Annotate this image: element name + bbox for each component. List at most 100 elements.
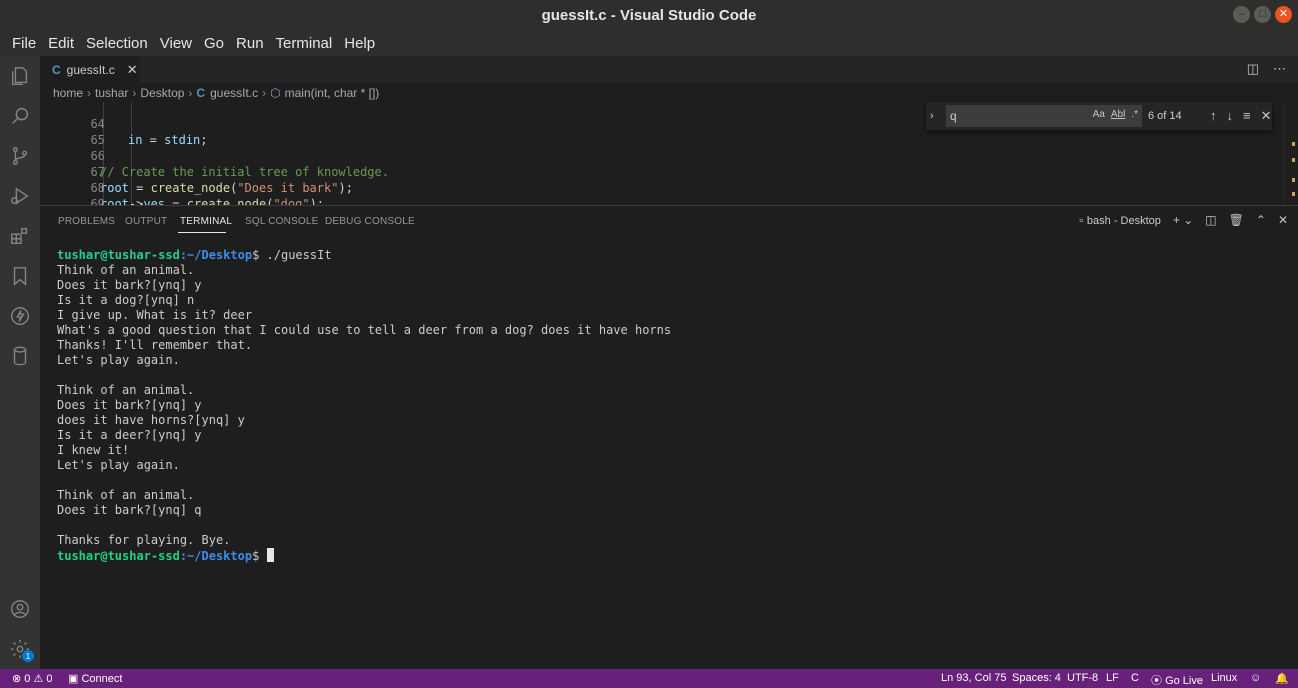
connect-label: Connect (81, 673, 123, 685)
terminal-line: Let's play again. (57, 353, 180, 367)
cursor-position[interactable]: Ln 93, Col 75 (941, 672, 1006, 684)
terminal-line: Let's play again. (57, 458, 180, 472)
code-line: 69 root->no = create_node("cat"); (40, 180, 1280, 205)
previous-match-icon[interactable]: ↑ (1210, 108, 1217, 124)
menu-edit[interactable]: Edit (42, 35, 80, 52)
breadcrumb-home[interactable]: home (53, 86, 83, 100)
close-find-icon[interactable]: ✕ (1261, 108, 1272, 124)
find-widget: › q Aa Abl .* 6 of 14 ↑ ↓ ≡ ✕ (926, 102, 1272, 130)
panel-actions: ▫ bash - Desktop + ⌄ ◫ 🗑 ⌃ ✕ (1079, 213, 1288, 227)
menu-file[interactable]: File (6, 35, 42, 52)
prompt-path: :~/Desktop (179, 549, 253, 563)
indentation-status[interactable]: Spaces: 4 (1012, 672, 1061, 684)
search-match-marker (1292, 142, 1295, 146)
terminal-command: ./guessIt (259, 248, 332, 262)
more-actions-icon[interactable]: ⋯ (1273, 61, 1286, 77)
next-match-icon[interactable]: ↓ (1227, 108, 1234, 124)
terminal-line: Thanks! I'll remember that. (57, 338, 253, 352)
tab-problems[interactable]: PROBLEMS (58, 216, 115, 227)
extensions-icon[interactable] (8, 224, 32, 248)
menu-selection[interactable]: Selection (80, 35, 154, 52)
tab-guessit[interactable]: C guessIt.c ✕ (40, 56, 140, 83)
encoding-status[interactable]: UTF-8 (1067, 672, 1098, 684)
minimize-button[interactable]: – (1233, 6, 1250, 23)
editor-scrollbar[interactable] (1284, 102, 1298, 205)
tab-debug-console[interactable]: DEBUG CONSOLE (325, 216, 415, 227)
code-line: 68 root->yes = create_node("dog"); (40, 164, 1280, 205)
chevron-right-icon: › (262, 85, 267, 100)
account-icon[interactable] (8, 597, 32, 621)
menu-terminal[interactable]: Terminal (270, 35, 339, 52)
close-window-button[interactable]: ✕ (1275, 6, 1292, 23)
tab-close-icon[interactable]: ✕ (127, 62, 138, 78)
find-in-selection-icon[interactable]: ≡ (1243, 108, 1251, 124)
window-controls: – □ ✕ (1233, 6, 1292, 23)
settings-update-badge: 1 (22, 650, 34, 662)
menu-view[interactable]: View (154, 35, 198, 52)
find-match-count: 6 of 14 (1148, 110, 1182, 122)
language-mode[interactable]: C (1131, 672, 1139, 684)
prompt-end: $ (252, 549, 260, 563)
bookmark-icon[interactable] (8, 264, 32, 288)
breadcrumb-desktop[interactable]: Desktop (140, 86, 184, 100)
menu-run[interactable]: Run (230, 35, 270, 52)
title-bar: guessIt.c - Visual Studio Code – □ ✕ (0, 0, 1298, 30)
feedback-icon[interactable]: ☺ (1250, 672, 1261, 684)
breadcrumb-symbol[interactable]: main(int, char * []) (285, 86, 380, 100)
connect-status[interactable]: ▣ Connect (68, 672, 122, 685)
regex-icon[interactable]: .* (1131, 109, 1138, 120)
split-terminal-icon[interactable]: ◫ (1205, 213, 1216, 227)
code-line: 67 root = create_node("Does it bark"); (40, 148, 1280, 195)
broadcast-icon: ⦿ (1151, 675, 1162, 687)
os-status[interactable]: Linux (1211, 672, 1237, 684)
live-share-icon[interactable] (8, 304, 32, 328)
maximize-button[interactable]: □ (1254, 6, 1271, 23)
maximize-panel-icon[interactable]: ⌃ (1256, 213, 1266, 227)
menu-go[interactable]: Go (198, 35, 230, 52)
activity-bar (0, 56, 40, 669)
database-icon[interactable] (8, 344, 32, 368)
problems-status[interactable]: ⊗ 0 ⚠ 0 (12, 672, 53, 685)
search-match-marker (1292, 178, 1295, 182)
search-icon[interactable] (8, 104, 32, 128)
kill-terminal-icon[interactable]: 🗑 (1229, 213, 1244, 227)
tab-label: guessIt.c (66, 62, 115, 77)
go-live-button[interactable]: ⦿ Go Live (1151, 672, 1203, 688)
close-panel-icon[interactable]: ✕ (1278, 213, 1288, 227)
tab-output[interactable]: OUTPUT (125, 216, 167, 227)
explorer-icon[interactable] (8, 64, 32, 88)
new-terminal-icon[interactable]: + ⌄ (1173, 213, 1193, 227)
tab-terminal[interactable]: TERMINAL (180, 216, 232, 227)
terminal-line: Is it a deer?[ynq] y (57, 428, 202, 442)
terminal-output[interactable]: tushar@tushar-ssd:~/Desktop$ ./guessIt T… (40, 237, 1298, 669)
notifications-bell-icon[interactable]: 🔔 (1275, 672, 1289, 685)
source-control-icon[interactable] (8, 144, 32, 168)
code-line: 70 (40, 196, 1280, 205)
breadcrumb-user[interactable]: tushar (95, 86, 128, 100)
code-line: 66 // Create the initial tree of knowled… (40, 132, 1280, 179)
eol-status[interactable]: LF (1106, 672, 1119, 684)
terminal-line: I give up. What is it? deer (57, 308, 253, 322)
split-editor-icon[interactable]: ◫ (1247, 61, 1259, 77)
terminal-line: I knew it! (57, 443, 130, 457)
find-input-value: q (950, 109, 957, 123)
panel-header: PROBLEMS OUTPUT TERMINAL SQL CONSOLE DEB… (40, 205, 1298, 237)
chevron-right-icon: › (188, 85, 193, 100)
menu-bar: File Edit Selection View Go Run Terminal… (0, 30, 1298, 56)
terminal-line: Is it a dog?[ynq] n (57, 293, 195, 307)
terminal-line: tushar@tushar-ssd:~/Desktop$ ./guessIt (57, 248, 332, 263)
terminal-line: Think of an animal. (57, 383, 195, 397)
run-debug-icon[interactable] (8, 184, 32, 208)
terminal-line: Think of an animal. (57, 263, 195, 277)
find-input[interactable]: q Aa Abl .* (946, 105, 1142, 127)
c-file-icon: C (196, 85, 206, 100)
toggle-replace-icon[interactable]: › (930, 110, 942, 122)
whole-word-icon[interactable]: Abl (1111, 109, 1125, 120)
terminal-shell-selector[interactable]: ▫ bash - Desktop (1079, 213, 1161, 227)
menu-help[interactable]: Help (338, 35, 381, 52)
warning-count: 0 (46, 673, 53, 685)
match-case-icon[interactable]: Aa (1093, 109, 1105, 120)
breadcrumb: home › tushar › Desktop › C guessIt.c › … (40, 83, 1298, 102)
tab-sql-console[interactable]: SQL CONSOLE (245, 216, 319, 227)
breadcrumb-file[interactable]: guessIt.c (210, 86, 258, 100)
